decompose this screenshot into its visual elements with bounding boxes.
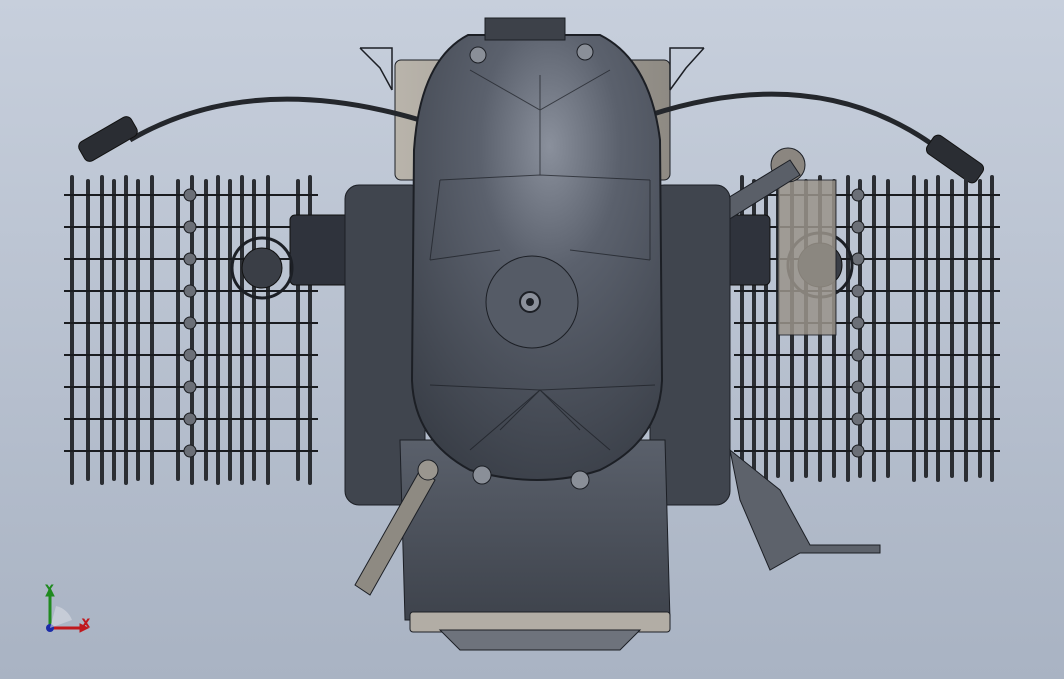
- cooling-fin: [70, 175, 74, 485]
- engine-model[interactable]: X Y: [0, 0, 1064, 679]
- oil-pan: [409, 611, 671, 633]
- dipstick-cap: [417, 459, 439, 481]
- cooling-fin: [252, 179, 256, 481]
- cooling-fin: [978, 179, 982, 478]
- center-bolt-hole: [526, 298, 534, 306]
- fin-nut: [183, 188, 197, 202]
- cooling-fin: [216, 175, 220, 485]
- cooling-fin: [872, 175, 876, 482]
- cooling-fin: [990, 175, 994, 482]
- fin-nut: [851, 188, 865, 202]
- top-connector: [484, 17, 566, 41]
- cooling-fin: [886, 179, 890, 478]
- fin-nut: [183, 380, 197, 394]
- fin-nut: [851, 220, 865, 234]
- cooling-fin: [846, 175, 850, 482]
- spark-cable-right: [649, 91, 942, 153]
- fin-nut: [183, 220, 197, 234]
- fin-nut: [183, 252, 197, 266]
- top-bolt-2: [576, 43, 594, 61]
- plug-cap-left: [78, 116, 138, 162]
- cooling-fin: [964, 175, 968, 482]
- fin-nut: [851, 412, 865, 426]
- cooling-fin: [100, 175, 104, 485]
- cooling-fin: [204, 179, 208, 481]
- cooling-fin: [924, 179, 928, 478]
- fin-nut: [851, 252, 865, 266]
- fin-nut: [183, 444, 197, 458]
- fin-nut: [851, 316, 865, 330]
- cooling-fin: [112, 179, 116, 481]
- fin-nut: [851, 380, 865, 394]
- fin-nut: [183, 348, 197, 362]
- cylinder-head-left: [289, 214, 351, 286]
- cover-bolt-2: [570, 470, 590, 490]
- cad-viewport[interactable]: X Y: [0, 0, 1064, 679]
- cover-bolt-1: [472, 465, 492, 485]
- triad-x-label: X: [82, 617, 90, 630]
- cooling-fin: [86, 179, 90, 481]
- cooling-fin: [240, 175, 244, 485]
- coordinate-triad: X Y: [45, 583, 91, 633]
- cylinder-fins-right: [734, 175, 1000, 482]
- cooling-fin: [228, 179, 232, 481]
- fin-nut: [183, 284, 197, 298]
- cooling-fin: [176, 179, 180, 481]
- triad-y-label: Y: [45, 583, 53, 596]
- oil-sump: [438, 629, 642, 651]
- fin-nut: [851, 284, 865, 298]
- cooling-fin: [936, 175, 940, 482]
- top-bolt-1: [469, 46, 487, 64]
- cooling-fin: [266, 175, 270, 485]
- tan-block-right: [777, 179, 837, 336]
- fin-nut: [183, 316, 197, 330]
- cooling-fin: [950, 179, 954, 478]
- fin-nut: [183, 412, 197, 426]
- cooling-fin: [150, 175, 154, 485]
- cooling-fin: [912, 175, 916, 482]
- plug-cap-right: [925, 134, 985, 184]
- fin-nut: [851, 444, 865, 458]
- cylinder-fins-left: [64, 175, 318, 485]
- cooling-fin: [124, 175, 128, 485]
- fin-nut: [851, 348, 865, 362]
- intake-port-left-inner: [241, 247, 283, 289]
- spark-cable-left: [128, 96, 421, 143]
- cooling-fin: [136, 179, 140, 481]
